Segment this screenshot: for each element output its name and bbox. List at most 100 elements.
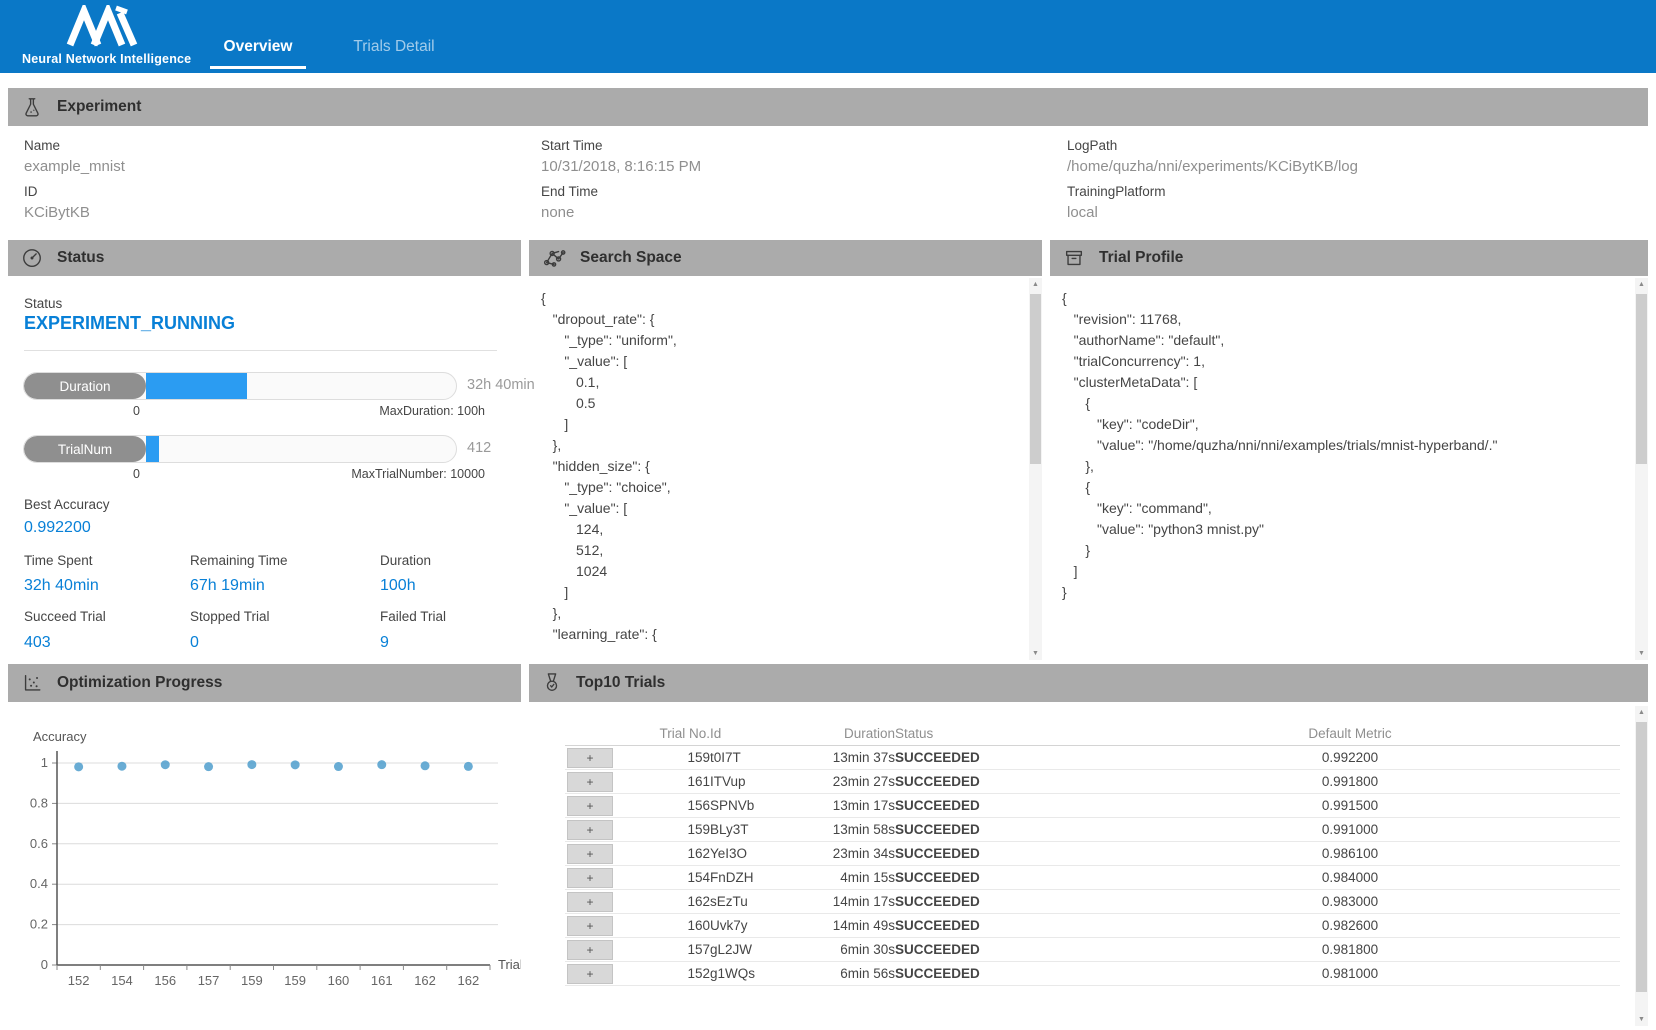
status-section-bar: Status: [8, 240, 521, 276]
expand-cell: +: [565, 866, 615, 890]
trial-duration-cell: 14min 49s: [810, 914, 895, 938]
table-row: +154FnDZH4min 15sSUCCEEDED0.984000: [565, 866, 1620, 890]
trial-no-cell: 159: [615, 746, 710, 770]
trial-status-cell: SUCCEEDED: [895, 962, 1080, 986]
svg-text:162: 162: [414, 973, 436, 988]
experiment-title: Experiment: [57, 98, 141, 116]
trial-no-cell: 162: [615, 890, 710, 914]
best-accuracy-value: 0.992200: [24, 519, 91, 537]
expand-row-button[interactable]: +: [567, 916, 613, 936]
stat-value: 403: [24, 634, 51, 652]
expand-row-button[interactable]: +: [567, 820, 613, 840]
scroll-up-arrow[interactable]: ▲: [1635, 706, 1648, 719]
expand-cell: +: [565, 914, 615, 938]
expand-cell: +: [565, 890, 615, 914]
search-space-scrollbar[interactable]: ▲ ▼: [1029, 278, 1042, 660]
trialnum-progress-bar: TrialNum 412 0 MaxTrialNumber: 10000: [23, 435, 493, 463]
svg-text:160: 160: [328, 973, 350, 988]
field-value: none: [541, 204, 701, 221]
tab-trials-detail[interactable]: Trials Detail: [346, 36, 442, 66]
scroll-up-arrow[interactable]: ▲: [1029, 278, 1042, 291]
scroll-thumb[interactable]: [1030, 294, 1041, 464]
trial-metric-cell: 0.984000: [1080, 866, 1620, 890]
scroll-down-arrow[interactable]: ▼: [1635, 647, 1648, 660]
table-row: +162YeI3O23min 34sSUCCEEDED0.986100: [565, 842, 1620, 866]
svg-text:0.2: 0.2: [30, 917, 48, 932]
scroll-thumb[interactable]: [1636, 722, 1647, 992]
trial-status-cell: SUCCEEDED: [895, 842, 1080, 866]
progress-pill-label: Duration: [24, 373, 146, 399]
trial-id-cell: ITVup: [710, 770, 810, 794]
expand-row-button[interactable]: +: [567, 868, 613, 888]
trial-duration-cell: 6min 30s: [810, 938, 895, 962]
optimization-title: Optimization Progress: [57, 674, 222, 692]
experiment-col-1: Name example_mnist ID KCiBytKB: [24, 138, 125, 230]
field-label: TrainingPlatform: [1067, 184, 1358, 199]
stat-value: 32h 40min: [24, 577, 99, 595]
field-label: End Time: [541, 184, 701, 199]
expand-row-button[interactable]: +: [567, 772, 613, 792]
progress-scale: 0 MaxDuration: 100h: [133, 404, 485, 418]
scroll-down-arrow[interactable]: ▼: [1029, 647, 1042, 660]
expand-cell: +: [565, 962, 615, 986]
svg-text:156: 156: [154, 973, 176, 988]
medal-icon: [542, 672, 562, 694]
top-trials-section-bar: Top10 Trials: [529, 664, 1648, 702]
trial-no-cell: 159: [615, 818, 710, 842]
experiment-section-bar: Experiment: [8, 88, 1648, 126]
tab-overview[interactable]: Overview: [210, 36, 306, 69]
expand-row-button[interactable]: +: [567, 748, 613, 768]
top-trials-scrollbar[interactable]: ▲ ▼: [1635, 706, 1648, 1026]
trial-status-cell: SUCCEEDED: [895, 818, 1080, 842]
expand-row-button[interactable]: +: [567, 964, 613, 984]
trial-status-cell: SUCCEEDED: [895, 746, 1080, 770]
trial-metric-cell: 0.981000: [1080, 962, 1620, 986]
status-title: Status: [57, 249, 104, 267]
expand-row-button[interactable]: +: [567, 796, 613, 816]
table-row: +161ITVup23min 27sSUCCEEDED0.991800: [565, 770, 1620, 794]
svg-text:1: 1: [41, 755, 48, 770]
trial-no-cell: 156: [615, 794, 710, 818]
svg-text:0.4: 0.4: [30, 876, 48, 891]
trial-duration-cell: 14min 17s: [810, 890, 895, 914]
progress-max: MaxDuration: 100h: [379, 404, 485, 418]
trial-id-cell: YeI3O: [710, 842, 810, 866]
trial-duration-cell: 13min 37s: [810, 746, 895, 770]
svg-text:Accuracy: Accuracy: [33, 729, 87, 744]
trial-metric-cell: 0.983000: [1080, 890, 1620, 914]
scroll-down-arrow[interactable]: ▼: [1635, 1013, 1648, 1026]
svg-text:159: 159: [284, 973, 306, 988]
table-row: +162sEzTu14min 17sSUCCEEDED0.983000: [565, 890, 1620, 914]
duration-progress-bar: Duration 32h 40min 0 MaxDuration: 100h: [23, 372, 493, 400]
trial-metric-cell: 0.981800: [1080, 938, 1620, 962]
table-row: +157gL2JW6min 30sSUCCEEDED0.981800: [565, 938, 1620, 962]
trial-duration-cell: 23min 27s: [810, 770, 895, 794]
trial-profile-section-bar: Trial Profile: [1050, 240, 1648, 276]
table-row: +160Uvk7y14min 49sSUCCEEDED0.982600: [565, 914, 1620, 938]
scroll-up-arrow[interactable]: ▲: [1635, 278, 1648, 291]
trial-duration-cell: 13min 17s: [810, 794, 895, 818]
field-value: KCiBytKB: [24, 204, 125, 221]
trial-status-cell: SUCCEEDED: [895, 914, 1080, 938]
top-trials-table: Trial No. Id Duration Status Default Met…: [565, 722, 1620, 986]
nni-dashboard: Neural Network Intelligence Overview Tri…: [0, 0, 1656, 1030]
trial-metric-cell: 0.992200: [1080, 746, 1620, 770]
expand-row-button[interactable]: +: [567, 844, 613, 864]
best-accuracy-label: Best Accuracy: [24, 497, 110, 512]
trial-metric-cell: 0.982600: [1080, 914, 1620, 938]
table-header-row: Trial No. Id Duration Status Default Met…: [565, 722, 1620, 746]
trial-duration-cell: 6min 56s: [810, 962, 895, 986]
progress-value: 32h 40min: [467, 377, 535, 393]
flask-icon: [21, 96, 43, 118]
scroll-thumb[interactable]: [1636, 294, 1647, 464]
scatter-chart-icon: [21, 672, 43, 694]
svg-text:0: 0: [41, 957, 48, 972]
trial-status-cell: SUCCEEDED: [895, 770, 1080, 794]
expand-row-button[interactable]: +: [567, 892, 613, 912]
trial-id-cell: FnDZH: [710, 866, 810, 890]
trial-profile-scrollbar[interactable]: ▲ ▼: [1635, 278, 1648, 660]
gauge-icon: [21, 247, 43, 269]
field-value: local: [1067, 204, 1358, 221]
trial-no-cell: 157: [615, 938, 710, 962]
expand-row-button[interactable]: +: [567, 940, 613, 960]
